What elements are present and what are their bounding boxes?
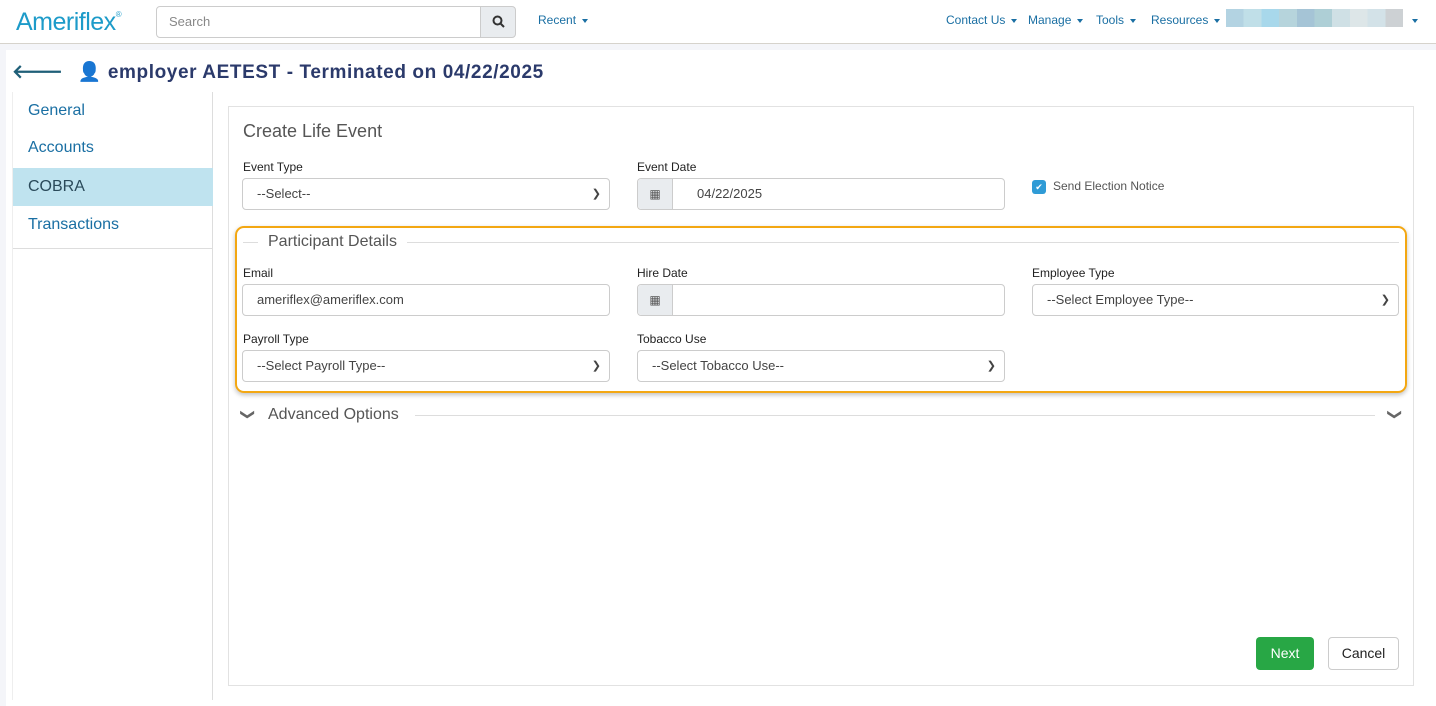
sidebar-item-cobra[interactable]: COBRA	[13, 168, 213, 206]
advanced-options-toggle[interactable]: Advanced Options	[268, 406, 399, 424]
ameriflex-logo[interactable]: Ameriflex®	[16, 8, 122, 37]
employee-type-label: Employee Type	[1032, 266, 1115, 280]
manage-menu[interactable]: Manage	[1028, 13, 1084, 27]
chevron-down-icon: ❯	[591, 360, 601, 372]
event-date-label: Event Date	[637, 160, 697, 174]
search-button[interactable]	[480, 6, 516, 38]
resources-menu[interactable]: Resources	[1151, 13, 1221, 27]
email-label: Email	[243, 266, 274, 280]
tobacco-use-label: Tobacco Use	[637, 332, 707, 346]
employee-type-select[interactable]: --Select Employee Type-- ❯	[1032, 284, 1399, 316]
participant-details-legend: Participant Details	[258, 233, 407, 251]
sidebar-item-general[interactable]: General	[13, 92, 213, 130]
tobacco-use-select[interactable]: --Select Tobacco Use-- ❯	[637, 350, 1005, 382]
sidebar-item-transactions[interactable]: Transactions	[13, 206, 213, 244]
divider	[243, 242, 1399, 243]
event-type-label: Event Type	[243, 160, 303, 174]
search-icon	[492, 15, 505, 28]
caret-down-icon	[1130, 18, 1137, 23]
search-input[interactable]: Search	[156, 6, 481, 38]
hire-date-label: Hire Date	[637, 266, 688, 280]
caret-down-icon	[1011, 18, 1018, 23]
divider	[13, 248, 213, 249]
event-type-select[interactable]: --Select-- ❯	[242, 178, 610, 210]
email-field[interactable]: ameriflex@ameriflex.com	[242, 284, 610, 316]
send-election-notice-checkbox[interactable]: ✔	[1032, 180, 1046, 194]
calendar-icon[interactable]: ▦	[638, 179, 673, 209]
send-election-notice-label: Send Election Notice	[1053, 179, 1165, 193]
caret-down-icon	[1214, 18, 1221, 23]
sidebar: General Accounts COBRA Transactions	[12, 92, 213, 700]
chevron-down-icon: ❯	[1380, 294, 1390, 306]
page-title: 🡐 👤 employer AETEST - Terminated on 04/22/…	[12, 62, 544, 83]
cancel-button[interactable]: Cancel	[1328, 637, 1399, 670]
payroll-type-label: Payroll Type	[243, 332, 309, 346]
advanced-expand-icon[interactable]: ❯	[239, 409, 256, 421]
user-menu-redacted[interactable]	[1226, 9, 1403, 27]
calendar-icon[interactable]: ▦	[638, 285, 673, 315]
recent-menu[interactable]: Recent	[538, 13, 589, 27]
next-button[interactable]: Next	[1256, 637, 1314, 670]
sidebar-item-accounts[interactable]: Accounts	[13, 129, 213, 167]
payroll-type-select[interactable]: --Select Payroll Type-- ❯	[242, 350, 610, 382]
user-icon: 👤	[77, 62, 102, 83]
caret-down-icon	[1077, 18, 1084, 23]
back-arrow-icon[interactable]: 🡐	[12, 62, 64, 83]
user-menu-caret[interactable]	[1406, 13, 1418, 27]
form-heading: Create Life Event	[243, 121, 383, 141]
chevron-down-icon[interactable]: ❯	[1386, 409, 1403, 421]
hire-date-input[interactable]: ▦	[637, 284, 1005, 316]
tools-menu[interactable]: Tools	[1096, 13, 1137, 27]
caret-down-icon	[582, 18, 589, 23]
chevron-down-icon: ❯	[986, 360, 996, 372]
chevron-down-icon: ❯	[591, 188, 601, 200]
divider	[415, 415, 1375, 416]
caret-down-icon	[1412, 18, 1418, 23]
event-date-input[interactable]: ▦ 04/22/2025	[637, 178, 1005, 210]
contact-us-menu[interactable]: Contact Us	[946, 13, 1018, 27]
